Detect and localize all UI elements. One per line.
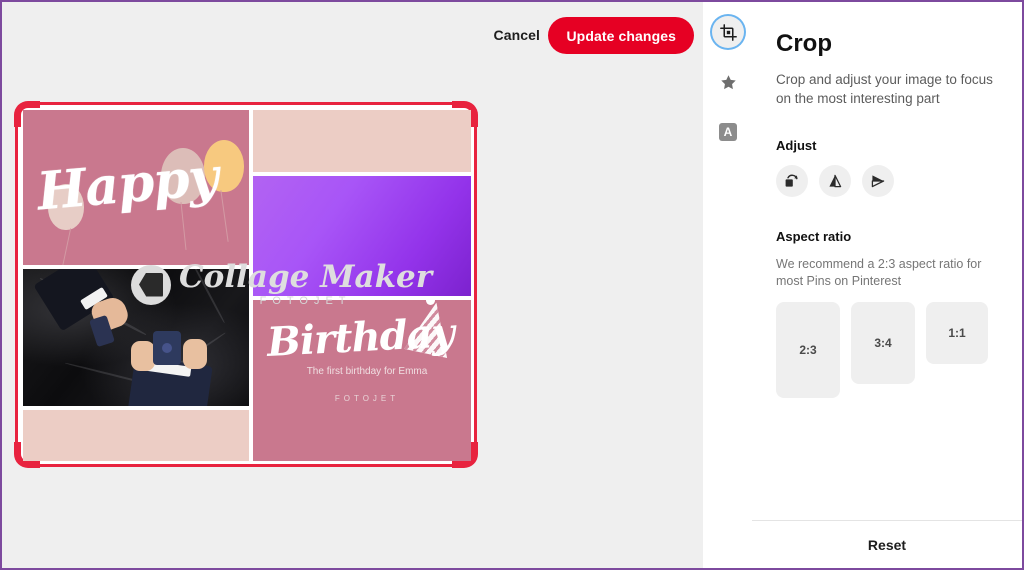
balloon-string xyxy=(61,228,72,265)
aspect-ratio-3-4[interactable]: 3:4 xyxy=(851,302,915,384)
crop-panel: Crop Crop and adjust your image to focus… xyxy=(752,2,1022,568)
rail-item-star[interactable] xyxy=(712,66,744,98)
aspect-ratio-options: 2:3 3:4 1:1 xyxy=(776,302,998,398)
panel-title: Crop xyxy=(776,30,832,57)
adjust-label: Adjust xyxy=(776,138,817,153)
collage-cell-happy: Happy xyxy=(23,110,249,265)
panel-description: Crop and adjust your image to focus on t… xyxy=(776,72,993,106)
flip-horizontal-icon xyxy=(871,175,885,188)
rotate-icon xyxy=(785,174,798,187)
birthday-subtitle: The first birthday for Emma xyxy=(306,366,428,377)
flip-vertical-icon xyxy=(829,174,842,188)
collage-column-right: Birthday The first birthday for Emma FOT… xyxy=(253,110,471,461)
tool-rail: A xyxy=(703,2,753,568)
editor-canvas-area: Cancel Update changes Happy Birthday The… xyxy=(2,2,703,568)
reset-bar: Reset xyxy=(752,520,1022,568)
aspect-ratio-1-1[interactable]: 1:1 xyxy=(926,302,988,364)
collage-cell-blush-bottom xyxy=(23,410,249,461)
editor-toolbar: Cancel Update changes xyxy=(2,2,703,64)
cancel-button[interactable]: Cancel xyxy=(487,26,546,44)
text-a-icon: A xyxy=(719,123,737,141)
phone xyxy=(153,331,181,365)
rail-item-crop[interactable] xyxy=(712,16,744,48)
birthday-brand: FOTOJET xyxy=(334,394,400,403)
collage-cell-purple xyxy=(253,176,471,296)
birthday-title: Birthday xyxy=(265,309,455,366)
hand xyxy=(131,341,155,371)
reset-button[interactable]: Reset xyxy=(862,536,912,554)
collage-cell-blush-top xyxy=(253,110,471,172)
aspect-ratio-label: Aspect ratio xyxy=(776,229,852,244)
star-icon xyxy=(720,74,736,89)
rotate-button[interactable] xyxy=(776,165,808,197)
aspect-ratio-2-3[interactable]: 2:3 xyxy=(776,302,840,398)
flip-vertical-button[interactable] xyxy=(819,165,851,197)
crop-icon xyxy=(719,23,737,41)
flip-horizontal-button[interactable] xyxy=(862,165,894,197)
collage-column-left: Happy xyxy=(23,110,249,461)
crop-selection-frame[interactable]: Happy Birthday The first birthday for Em… xyxy=(14,101,478,468)
adjust-buttons xyxy=(776,165,998,197)
marble-vein xyxy=(190,269,226,324)
collage-image[interactable]: Happy Birthday The first birthday for Em… xyxy=(23,110,471,461)
update-changes-button[interactable]: Update changes xyxy=(548,17,694,54)
hand xyxy=(183,339,207,369)
app-window: Cancel Update changes Happy Birthday The… xyxy=(0,0,1024,570)
happy-title: Happy xyxy=(34,146,221,223)
collage-cell-birthday: Birthday The first birthday for Emma FOT… xyxy=(253,300,471,461)
collage-cell-photo xyxy=(23,269,249,406)
rail-item-text[interactable]: A xyxy=(712,116,744,148)
aspect-ratio-description: We recommend a 2:3 aspect ratio for most… xyxy=(776,257,982,288)
